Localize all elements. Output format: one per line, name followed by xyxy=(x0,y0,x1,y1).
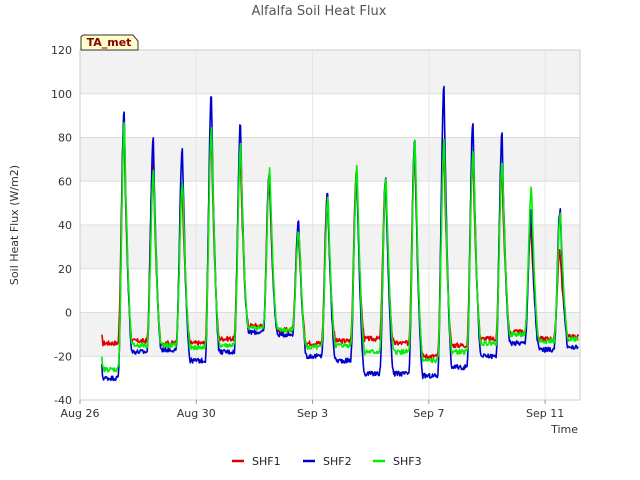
x-tick-label: Sep 11 xyxy=(526,407,564,420)
x-tick-label: Aug 30 xyxy=(177,407,216,420)
y-tick-label: 40 xyxy=(58,219,72,232)
y-tick-label: 120 xyxy=(51,44,72,57)
y-axis-label: Soil Heat Flux (W/m2) xyxy=(8,165,21,285)
legend-item-shf3: SHF3 xyxy=(373,455,422,468)
x-tick-label: Sep 3 xyxy=(297,407,328,420)
y-tick-label: -40 xyxy=(54,394,72,407)
chart-root: Alfalfa Soil Heat Flux -40 -20 0 20 40 60 80 10… xyxy=(0,0,640,480)
soil-heat-flux-chart: Alfalfa Soil Heat Flux -40 -20 0 20 40 60 80 10… xyxy=(8,4,581,468)
chart-title: Alfalfa Soil Heat Flux xyxy=(252,4,387,19)
x-tick-label: Sep 7 xyxy=(413,407,444,420)
legend-label: SHF3 xyxy=(393,455,422,468)
legend-item-shf2: SHF2 xyxy=(303,455,352,468)
y-tick-label: 0 xyxy=(65,307,72,320)
y-axis-ticks: -40 -20 0 20 40 60 80 100 120 xyxy=(51,44,72,407)
badge-label: TA_met xyxy=(87,36,132,49)
band xyxy=(80,50,580,94)
x-tick-label: Aug 26 xyxy=(61,407,100,420)
legend: SHF1 SHF2 SHF3 xyxy=(232,455,422,468)
x-axis-label: Time xyxy=(550,423,578,436)
y-tick-label: 20 xyxy=(58,263,72,276)
x-axis-ticks: Aug 26 Aug 30 Sep 3 Sep 7 Sep 11 xyxy=(61,400,564,420)
y-tick-label: 80 xyxy=(58,132,72,145)
legend-label: SHF2 xyxy=(323,455,352,468)
y-tick-label: 100 xyxy=(51,88,72,101)
band xyxy=(80,137,580,182)
ta-met-badge: TA_met xyxy=(80,34,139,51)
legend-item-shf1: SHF1 xyxy=(232,455,281,468)
y-tick-label: -20 xyxy=(54,350,72,363)
legend-label: SHF1 xyxy=(252,455,281,468)
y-tick-label: 60 xyxy=(58,175,72,188)
band xyxy=(80,312,580,357)
